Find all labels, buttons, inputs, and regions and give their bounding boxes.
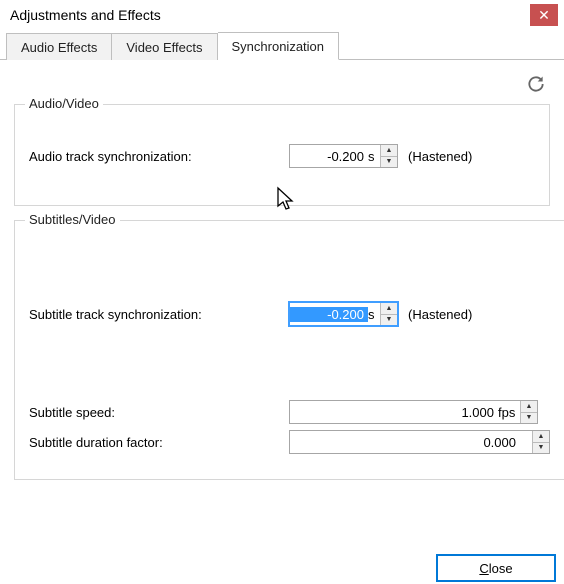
input-sub-speed[interactable] bbox=[290, 405, 498, 420]
group-audio-video: Audio/Video Audio track synchronization:… bbox=[14, 104, 550, 206]
titlebar: Adjustments and Effects ✕ bbox=[0, 0, 564, 30]
spin-down-audio-sync[interactable]: ▼ bbox=[381, 156, 397, 168]
group-subtitles-video: Subtitles/Video Subtitle track synchroni… bbox=[14, 220, 564, 480]
spin-down-sub-dur[interactable]: ▼ bbox=[533, 442, 549, 454]
close-button-rest: lose bbox=[489, 561, 513, 576]
close-button[interactable]: Close bbox=[436, 554, 556, 582]
suffix-audio-sync: (Hastened) bbox=[408, 149, 472, 164]
label-sub-speed: Subtitle speed: bbox=[29, 405, 289, 420]
unit-sub-sync: s bbox=[368, 307, 380, 322]
spin-down-sub-speed[interactable]: ▼ bbox=[521, 412, 537, 424]
suffix-sub-sync: (Hastened) bbox=[408, 307, 472, 322]
spin-up-sub-dur[interactable]: ▲ bbox=[533, 431, 549, 442]
spinner-sub-speed[interactable]: fps ▲ ▼ bbox=[289, 400, 538, 424]
input-sub-dur[interactable] bbox=[290, 435, 520, 450]
group-title-audio-video: Audio/Video bbox=[25, 96, 103, 111]
window-close-button[interactable]: ✕ bbox=[530, 4, 558, 26]
spin-up-sub-speed[interactable]: ▲ bbox=[521, 401, 537, 412]
spin-up-audio-sync[interactable]: ▲ bbox=[381, 145, 397, 156]
window-title: Adjustments and Effects bbox=[10, 7, 161, 23]
tab-bar: Audio Effects Video Effects Synchronizat… bbox=[0, 30, 564, 60]
bottom-bar: Close bbox=[436, 554, 556, 582]
tab-video-effects[interactable]: Video Effects bbox=[112, 33, 217, 60]
spin-up-sub-sync[interactable]: ▲ bbox=[381, 303, 397, 314]
close-icon: ✕ bbox=[538, 7, 550, 24]
tab-synchronization[interactable]: Synchronization bbox=[218, 32, 340, 60]
spinner-sub-sync[interactable]: s ▲ ▼ bbox=[289, 302, 398, 326]
tab-audio-effects[interactable]: Audio Effects bbox=[6, 33, 112, 60]
spinner-sub-dur[interactable]: ▲ ▼ bbox=[289, 430, 550, 454]
sync-panel: Audio/Video Audio track synchronization:… bbox=[0, 60, 564, 480]
spinner-audio-sync[interactable]: s ▲ ▼ bbox=[289, 144, 398, 168]
label-sub-sync: Subtitle track synchronization: bbox=[29, 307, 289, 322]
group-title-subtitles-video: Subtitles/Video bbox=[25, 212, 120, 227]
close-button-mnemonic: C bbox=[479, 561, 488, 576]
unit-audio-sync: s bbox=[368, 149, 380, 164]
label-audio-sync: Audio track synchronization: bbox=[29, 149, 289, 164]
refresh-icon[interactable] bbox=[526, 74, 546, 94]
input-audio-sync[interactable] bbox=[290, 149, 368, 164]
spin-down-sub-sync[interactable]: ▼ bbox=[381, 314, 397, 326]
unit-sub-speed: fps bbox=[498, 405, 520, 420]
label-sub-dur: Subtitle duration factor: bbox=[29, 435, 289, 450]
input-sub-sync[interactable] bbox=[290, 307, 368, 322]
